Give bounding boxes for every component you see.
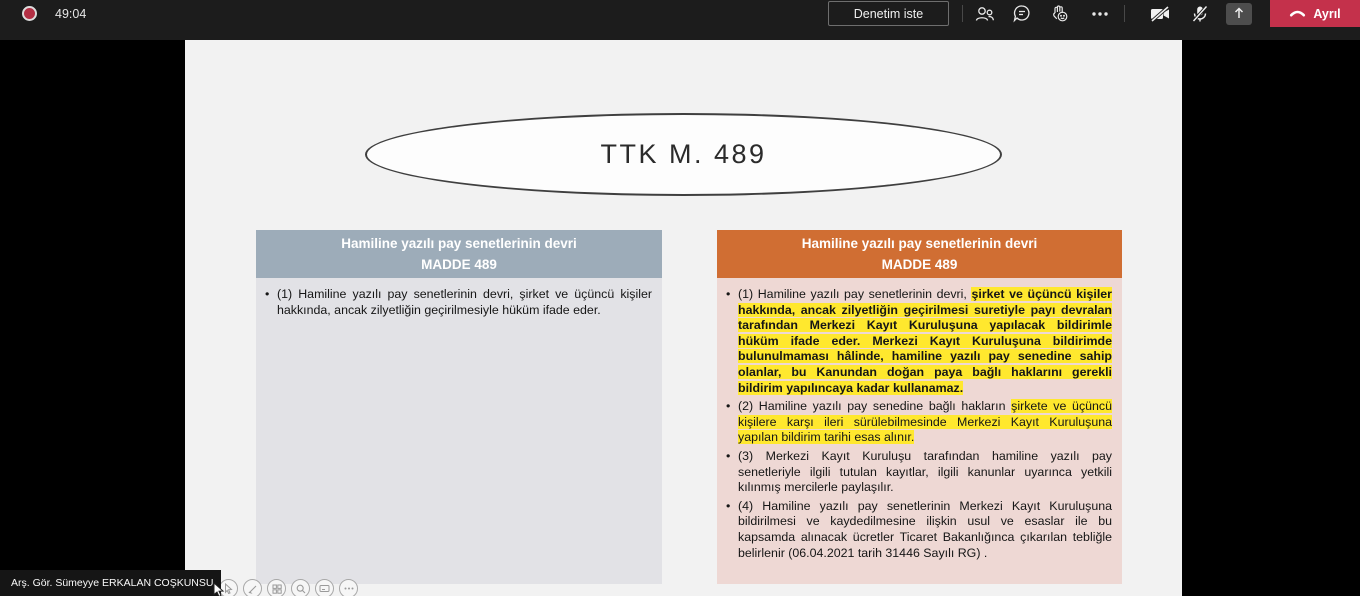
- mic-off-icon: [1190, 4, 1210, 24]
- magnifier-icon[interactable]: [291, 579, 310, 596]
- law-box-new-header-line2: MADDE 489: [881, 257, 958, 272]
- law-paragraph-1: (1) Hamiline yazılı pay senetlerinin dev…: [738, 287, 1112, 395]
- law-box-old-header-line1: Hamiline yazılı pay senetlerinin devri: [341, 236, 577, 251]
- participants-button[interactable]: [968, 0, 1000, 27]
- chat-button[interactable]: [1006, 0, 1038, 27]
- screen-share-stage: TTK M. 489 Hamiline yazılı pay senetleri…: [0, 40, 1360, 596]
- thumbnails-icon[interactable]: [267, 579, 286, 596]
- topbar-divider: [962, 5, 963, 22]
- powerpoint-slide: TTK M. 489 Hamiline yazılı pay senetleri…: [185, 40, 1182, 596]
- law-box-old-body: • (1) Hamiline yazılı pay senetlerinin d…: [256, 278, 662, 584]
- list-item: • (1) Hamiline yazılı pay senetlerinin d…: [265, 287, 652, 317]
- law-paragraph-3: (3) Merkezi Kayıt Kuruluşu tarafından ha…: [738, 448, 1112, 495]
- chat-icon: [1012, 4, 1032, 23]
- reactions-button[interactable]: [1044, 0, 1076, 27]
- people-icon: [974, 5, 995, 23]
- law-paragraph-4: (4) Hamiline yazılı pay senetlerinin Mer…: [738, 498, 1112, 560]
- law-box-new-header: Hamiline yazılı pay senetlerinin devri M…: [717, 230, 1122, 278]
- list-item: • (1) Hamiline yazılı pay senetlerinin d…: [726, 287, 1112, 395]
- law-box-old: Hamiline yazılı pay senetlerinin devri M…: [256, 230, 662, 584]
- law-box-new-body: • (1) Hamiline yazılı pay senetlerinin d…: [717, 278, 1122, 584]
- meeting-timer: 49:04: [55, 7, 87, 21]
- captions-icon[interactable]: [315, 579, 334, 596]
- share-content-button[interactable]: [1226, 3, 1252, 25]
- list-item: • (4) Hamiline yazılı pay senetlerinin M…: [726, 498, 1112, 560]
- ellipsis-icon: [1091, 11, 1109, 17]
- slide-title-ellipse: TTK M. 489: [365, 113, 1002, 196]
- law-box-new: Hamiline yazılı pay senetlerinin devri M…: [717, 230, 1122, 584]
- leave-button[interactable]: Ayrıl: [1270, 0, 1360, 27]
- meeting-topbar: 49:04 Denetim iste Ayrıl: [0, 0, 1360, 40]
- camera-toggle-button[interactable]: [1144, 0, 1176, 27]
- presenter-name-tag: Arş. Gör. Sümeyye ERKALAN COŞKUNSU: [0, 570, 222, 596]
- raised-hand-reactions-icon: [1050, 4, 1070, 23]
- request-control-button[interactable]: Denetim iste: [828, 1, 949, 26]
- law-paragraph-1: (1) Hamiline yazılı pay senetlerinin dev…: [277, 287, 652, 317]
- list-item: • (3) Merkezi Kayıt Kuruluşu tarafından …: [726, 448, 1112, 495]
- leave-button-label: Ayrıl: [1313, 6, 1341, 21]
- mouse-cursor: [213, 582, 225, 596]
- recording-indicator-icon: [22, 6, 37, 21]
- teams-meeting-window: 49:04 Denetim iste Ayrıl TTK M. 489 Hami…: [0, 0, 1360, 596]
- law-box-old-header-line2: MADDE 489: [421, 257, 497, 272]
- more-actions-button[interactable]: [1084, 0, 1116, 27]
- slide-title: TTK M. 489: [600, 139, 767, 169]
- pen-icon[interactable]: [243, 579, 262, 596]
- law-box-old-header: Hamiline yazılı pay senetlerinin devri M…: [256, 230, 662, 278]
- law-box-new-header-line1: Hamiline yazılı pay senetlerinin devri: [801, 236, 1038, 251]
- mic-toggle-button[interactable]: [1184, 0, 1216, 27]
- highlighted-text: şirket ve üçüncü kişiler hakkında, ancak…: [738, 287, 1112, 395]
- camera-off-icon: [1148, 4, 1172, 24]
- more-dots-icon[interactable]: [339, 579, 358, 596]
- law-paragraph-2: (2) Hamiline yazılı pay senedine bağlı h…: [738, 399, 1113, 445]
- list-item: • (2) Hamiline yazılı pay senedine bağlı…: [726, 399, 1113, 445]
- topbar-divider: [1124, 5, 1125, 22]
- share-tray-up-arrow-icon: [1233, 6, 1245, 23]
- hangup-phone-icon: [1289, 7, 1306, 21]
